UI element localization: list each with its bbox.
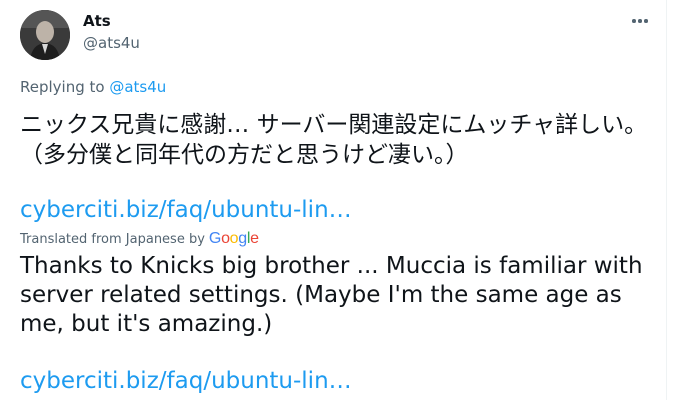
translated-label: Translated from Japanese by (20, 231, 205, 247)
more-horizontal-icon (632, 19, 636, 23)
author-name[interactable]: Ats (83, 12, 111, 30)
tweet-card: Ats @ats4u Replying to @ats4u ニックス兄貴に感謝…… (0, 0, 667, 400)
replying-to-label: Replying to (20, 78, 110, 96)
translation-attribution: Translated from Japanese by Google (20, 230, 259, 248)
more-options-button[interactable] (629, 10, 651, 32)
tweet-text: ニックス兄貴に感謝… サーバー関連設定にムッチャ詳しい。（多分僕と同年代の方だと… (20, 112, 648, 168)
tweet-link[interactable]: cyberciti.biz/faq/ubuntu-lin… (20, 197, 352, 223)
author-handle[interactable]: @ats4u (83, 34, 140, 52)
replying-to-mention[interactable]: @ats4u (109, 78, 166, 96)
translated-text: Thanks to Knicks big brother ... Muccia … (20, 253, 643, 337)
avatar[interactable] (20, 10, 70, 60)
more-dot (644, 19, 648, 23)
avatar-image (20, 10, 70, 60)
translated-link[interactable]: cyberciti.biz/faq/ubuntu-lin… (20, 368, 352, 394)
more-dot (638, 19, 642, 23)
google-logo[interactable]: Google (209, 230, 259, 248)
replying-to: Replying to @ats4u (20, 78, 166, 96)
